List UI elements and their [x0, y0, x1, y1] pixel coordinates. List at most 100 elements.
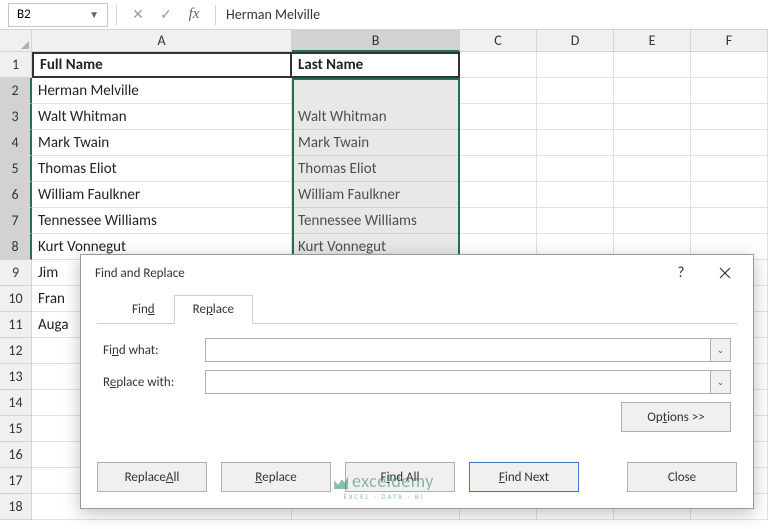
cell[interactable]: [614, 182, 691, 208]
cell[interactable]: [691, 182, 768, 208]
cell[interactable]: [537, 78, 614, 104]
close-dialog-button[interactable]: Close: [627, 462, 737, 492]
row-header[interactable]: 7: [0, 208, 32, 234]
cell[interactable]: [460, 78, 537, 104]
cell[interactable]: Mark Twain: [32, 130, 292, 156]
confirm-icon: ✓: [157, 6, 175, 23]
replace-with-label: Replace with:: [103, 375, 197, 390]
cell[interactable]: [691, 52, 768, 78]
cell[interactable]: [614, 156, 691, 182]
formula-bar-buttons: ✕ ✓ fx: [117, 6, 215, 23]
find-next-button[interactable]: Find Next: [469, 462, 579, 492]
cell[interactable]: William Faulkner: [292, 182, 460, 208]
row-header[interactable]: 8: [0, 234, 32, 260]
cell[interactable]: [537, 182, 614, 208]
cell[interactable]: Thomas Eliot: [32, 156, 292, 182]
row-2: 2Herman MelvilleHerman Melville: [0, 78, 768, 104]
cell[interactable]: [537, 130, 614, 156]
cell[interactable]: [691, 104, 768, 130]
find-all-button[interactable]: Find All: [345, 462, 455, 492]
cell[interactable]: [460, 182, 537, 208]
row-header[interactable]: 5: [0, 156, 32, 182]
row-3: 3Walt WhitmanWalt Whitman: [0, 104, 768, 130]
cell[interactable]: Full Name: [32, 52, 292, 78]
replace-all-button[interactable]: Replace All: [97, 462, 207, 492]
row-header[interactable]: 2: [0, 78, 32, 104]
row-5: 5Thomas EliotThomas Eliot: [0, 156, 768, 182]
dialog-titlebar[interactable]: Find and Replace ?: [81, 255, 753, 291]
dialog-footer: Replace All Replace Find All Find Next C…: [81, 452, 753, 508]
row-header[interactable]: 12: [0, 338, 32, 364]
cell[interactable]: Herman Melville: [292, 78, 460, 104]
find-what-label: Find what:: [103, 343, 197, 358]
col-header-E[interactable]: E: [614, 30, 691, 52]
cell[interactable]: [537, 52, 614, 78]
cell[interactable]: Tennessee Williams: [32, 208, 292, 234]
replace-button[interactable]: Replace: [221, 462, 331, 492]
cell[interactable]: Thomas Eliot: [292, 156, 460, 182]
col-header-C[interactable]: C: [460, 30, 537, 52]
cell[interactable]: [691, 130, 768, 156]
close-icon: [719, 267, 731, 279]
replace-with-dropdown[interactable]: ⌄: [711, 370, 731, 394]
cell[interactable]: [537, 208, 614, 234]
replace-with-input[interactable]: [205, 370, 711, 394]
cell[interactable]: Herman Melville: [32, 78, 292, 104]
name-box[interactable]: B2 ▼: [8, 3, 108, 27]
row-header[interactable]: 15: [0, 416, 32, 442]
cell[interactable]: [537, 156, 614, 182]
find-replace-dialog: Find and Replace ? Find Replace Find wha…: [80, 254, 754, 509]
row-header[interactable]: 1: [0, 52, 32, 78]
column-headers: A B C D E F: [0, 30, 768, 52]
col-header-B[interactable]: B: [292, 30, 460, 52]
cell[interactable]: [614, 208, 691, 234]
cell[interactable]: [614, 104, 691, 130]
find-what-dropdown[interactable]: ⌄: [711, 338, 731, 362]
row-header[interactable]: 6: [0, 182, 32, 208]
formula-input[interactable]: Herman Melville: [216, 4, 768, 25]
col-header-A[interactable]: A: [32, 30, 292, 52]
help-button[interactable]: ?: [659, 257, 703, 289]
row-header[interactable]: 18: [0, 494, 32, 520]
cell[interactable]: [691, 208, 768, 234]
col-header-D[interactable]: D: [537, 30, 614, 52]
row-header[interactable]: 17: [0, 468, 32, 494]
row-header[interactable]: 3: [0, 104, 32, 130]
tab-find[interactable]: Find: [113, 295, 174, 324]
name-box-dropdown-icon[interactable]: ▼: [89, 8, 99, 21]
cell[interactable]: [614, 130, 691, 156]
tab-replace[interactable]: Replace: [174, 295, 253, 324]
cell[interactable]: [691, 78, 768, 104]
cell[interactable]: [614, 52, 691, 78]
cell[interactable]: [460, 156, 537, 182]
find-what-input[interactable]: [205, 338, 711, 362]
cancel-icon: ✕: [129, 6, 147, 23]
select-all-corner[interactable]: [0, 30, 32, 52]
cell[interactable]: [691, 156, 768, 182]
cell[interactable]: Walt Whitman: [32, 104, 292, 130]
row-header[interactable]: 10: [0, 286, 32, 312]
cell[interactable]: [460, 130, 537, 156]
dialog-tabs: Find Replace: [113, 295, 737, 324]
close-button[interactable]: [703, 257, 747, 289]
cell[interactable]: [460, 52, 537, 78]
cell[interactable]: [460, 104, 537, 130]
cell[interactable]: William Faulkner: [32, 182, 292, 208]
cell[interactable]: [614, 78, 691, 104]
cell[interactable]: [537, 104, 614, 130]
col-header-F[interactable]: F: [691, 30, 768, 52]
tab-panel-replace: Find what: ⌄ Replace with: ⌄ Options >>: [97, 323, 737, 438]
cell[interactable]: Tennessee Williams: [292, 208, 460, 234]
cell[interactable]: Mark Twain: [292, 130, 460, 156]
row-header[interactable]: 14: [0, 390, 32, 416]
options-button[interactable]: Options >>: [621, 402, 731, 432]
row-header[interactable]: 4: [0, 130, 32, 156]
row-header[interactable]: 13: [0, 364, 32, 390]
row-header[interactable]: 16: [0, 442, 32, 468]
row-header[interactable]: 9: [0, 260, 32, 286]
cell[interactable]: [460, 208, 537, 234]
row-header[interactable]: 11: [0, 312, 32, 338]
cell[interactable]: Walt Whitman: [292, 104, 460, 130]
cell[interactable]: Last Name: [292, 52, 460, 78]
fx-icon[interactable]: fx: [185, 6, 203, 23]
